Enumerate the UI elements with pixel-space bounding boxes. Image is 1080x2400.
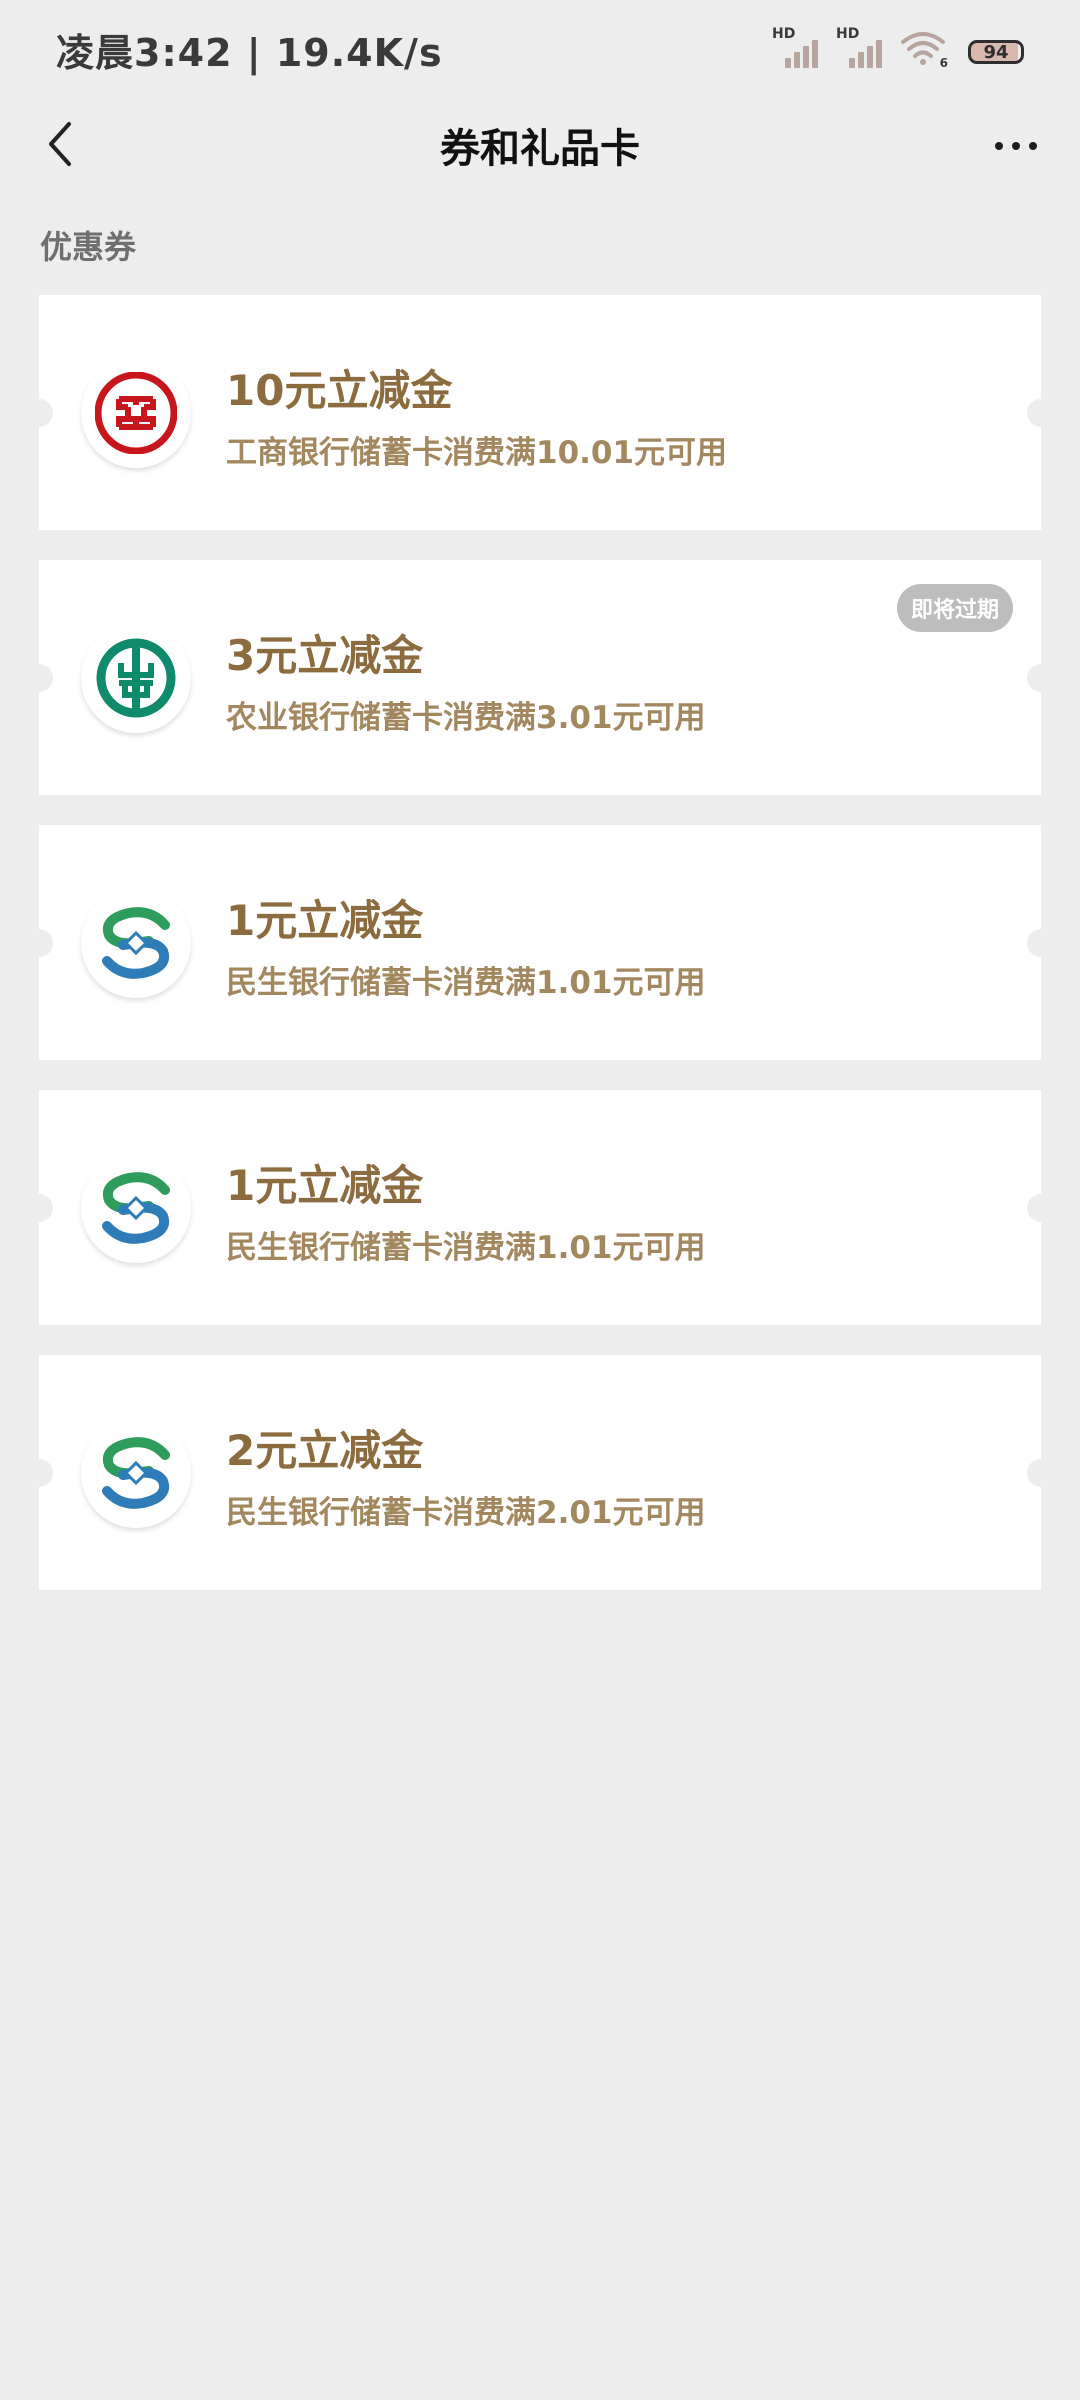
signal-icon-2: HD <box>836 26 882 70</box>
icbc-logo-icon <box>81 358 191 468</box>
signal-icon: HD <box>772 26 818 70</box>
card-notch <box>1027 1459 1055 1487</box>
coupon-title: 1元立减金 <box>226 896 424 945</box>
coupon-title: 3元立减金 <box>226 631 424 680</box>
coupon-description: 农业银行储蓄卡消费满3.01元可用 <box>226 700 706 736</box>
section-title: 优惠券 <box>40 228 137 266</box>
cmbc-logo-icon <box>81 1418 191 1528</box>
card-notch <box>1027 1194 1055 1222</box>
status-bar: 凌晨3:42 | 19.4K/s HD HD 6 94 <box>0 0 1080 96</box>
status-icons: HD HD 6 94 <box>772 26 1024 70</box>
dot-icon <box>1012 142 1020 150</box>
more-options-button[interactable] <box>986 122 1046 170</box>
coupon-description: 民生银行储蓄卡消费满1.01元可用 <box>226 965 706 1001</box>
expiring-badge: 即将过期 <box>896 584 1013 632</box>
card-notch <box>25 929 53 957</box>
coupon-card[interactable]: 1元立减金 民生银行储蓄卡消费满1.01元可用 <box>25 1090 1055 1325</box>
coupon-list: 10元立减金 工商银行储蓄卡消费满10.01元可用 3元立减金 农业银行储蓄卡消… <box>25 295 1055 1620</box>
coupon-card[interactable]: 1元立减金 民生银行储蓄卡消费满1.01元可用 <box>25 825 1055 1060</box>
coupon-description: 民生银行储蓄卡消费满2.01元可用 <box>226 1495 706 1531</box>
cmbc-logo-icon <box>81 1153 191 1263</box>
dot-icon <box>1029 142 1037 150</box>
status-time: 凌晨3:42 | 19.4K/s <box>56 31 443 75</box>
card-notch <box>25 1194 53 1222</box>
nav-bar: 券和礼品卡 <box>0 96 1080 192</box>
wifi-icon: 6 <box>900 30 950 70</box>
card-notch <box>1027 664 1055 692</box>
coupon-title: 1元立减金 <box>226 1161 424 1210</box>
wifi-label: 6 <box>939 56 948 70</box>
card-notch <box>1027 399 1055 427</box>
coupon-description: 民生银行储蓄卡消费满1.01元可用 <box>226 1230 706 1266</box>
abc-logo-icon <box>81 623 191 733</box>
coupon-description: 工商银行储蓄卡消费满10.01元可用 <box>226 435 728 471</box>
coupon-card[interactable]: 3元立减金 农业银行储蓄卡消费满3.01元可用 即将过期 <box>25 560 1055 795</box>
coupon-card[interactable]: 10元立减金 工商银行储蓄卡消费满10.01元可用 <box>25 295 1055 530</box>
card-notch <box>25 399 53 427</box>
page-title: 券和礼品卡 <box>440 126 640 172</box>
card-notch <box>1027 929 1055 957</box>
coupon-card[interactable]: 2元立减金 民生银行储蓄卡消费满2.01元可用 <box>25 1355 1055 1590</box>
card-notch <box>25 664 53 692</box>
card-notch <box>25 1459 53 1487</box>
coupon-title: 2元立减金 <box>226 1426 424 1475</box>
battery-icon: 94 <box>968 40 1024 64</box>
dot-icon <box>995 142 1003 150</box>
cmbc-logo-icon <box>81 888 191 998</box>
coupon-title: 10元立减金 <box>226 366 453 415</box>
